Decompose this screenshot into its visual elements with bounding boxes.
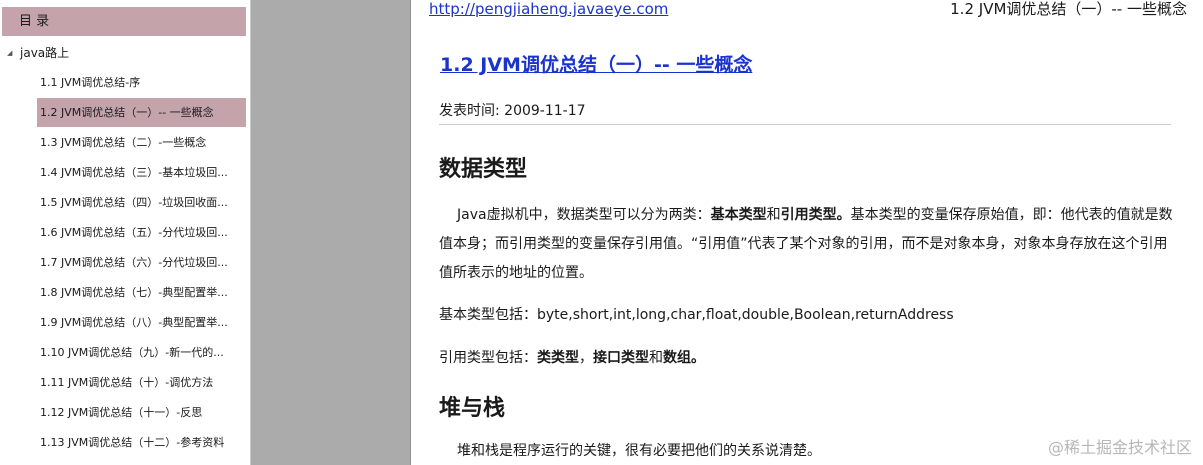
toc-item-label: 1.11 JVM调优总结（十）-调优方法 xyxy=(40,376,214,389)
toc-item[interactable]: 1.6 JVM调优总结（五）-分代垃圾回... xyxy=(0,218,250,248)
document-page: http://pengjiaheng.javaeye.com 1.2 JVM调优… xyxy=(410,0,1203,465)
toc-item-label: 1.4 JVM调优总结（三）-基本垃圾回... xyxy=(40,166,228,179)
toc-item-label: 1.5 JVM调优总结（四）-垃圾回收面... xyxy=(40,196,228,209)
toc-item[interactable]: 1.9 JVM调优总结（八）-典型配置举... xyxy=(0,308,250,338)
para-bold: 基本类型 xyxy=(710,207,767,223)
toc-item-label: 1.13 JVM调优总结（十二）-参考资料 xyxy=(40,436,225,449)
toc-root-node[interactable]: ◢ java路上 xyxy=(0,38,250,68)
para-bold: 引用类型。 xyxy=(780,207,851,223)
toc-item-label: 1.2 JVM调优总结（一）-- 一些概念 xyxy=(40,106,214,119)
section-heading-data-types: 数据类型 xyxy=(439,157,528,182)
basic-types-line: 基本类型包括：byte,short,int,long,char,float,do… xyxy=(439,307,954,323)
watermark: @稀土掘金技术社区 xyxy=(1047,438,1192,457)
ref-type-array: 数组。 xyxy=(663,350,705,366)
toc-item[interactable]: 1.10 JVM调优总结（九）-新一代的... xyxy=(0,338,250,368)
data-types-paragraph: Java虚拟机中，数据类型可以分为两类：基本类型和引用类型。基本类型的变量保存原… xyxy=(439,201,1173,288)
toc-item[interactable]: 1.12 JVM调优总结（十一）-反思 xyxy=(0,398,250,428)
ref-types-line: 引用类型包括：类类型，接口类型和数组。 xyxy=(439,347,705,367)
toc-item-label: 1.10 JVM调优总结（九）-新一代的... xyxy=(40,346,224,359)
toc-item-label: 1.9 JVM调优总结（八）-典型配置举... xyxy=(40,316,228,329)
ref-types-and: 和 xyxy=(649,350,663,366)
expand-caret-icon[interactable]: ◢ xyxy=(7,38,12,68)
para-text: 和 xyxy=(766,207,781,223)
ref-type-class: 类类型 xyxy=(537,350,579,366)
ref-types-sep: ， xyxy=(579,350,593,366)
toc-item[interactable]: 1.3 JVM调优总结（二）-一些概念 xyxy=(0,128,250,158)
toc-sidebar: 目 录 ◢ java路上 1.1 JVM调优总结-序 1.2 JVM调优总结（一… xyxy=(0,0,251,465)
toc-item-label: 1.3 JVM调优总结（二）-一些概念 xyxy=(40,136,207,149)
ref-types-prefix: 引用类型包括： xyxy=(439,350,537,366)
toc-item[interactable]: 1.11 JVM调优总结（十）-调优方法 xyxy=(0,368,250,398)
title-divider xyxy=(439,124,1171,125)
toc-item-label: 1.1 JVM调优总结-序 xyxy=(40,76,141,89)
page-header: http://pengjiaheng.javaeye.com 1.2 JVM调优… xyxy=(429,0,1187,21)
ref-type-interface: 接口类型 xyxy=(593,350,649,366)
section-heading-heap-stack: 堆与栈 xyxy=(439,396,506,421)
toc-header: 目 录 xyxy=(2,7,246,36)
publish-time: 发表时间: 2009-11-17 xyxy=(439,103,586,119)
toc-item-label: 1.7 JVM调优总结（六）-分代垃圾回... xyxy=(40,256,228,269)
toc-item[interactable]: 1.1 JVM调优总结-序 xyxy=(0,68,250,98)
toc-item[interactable]: 1.5 JVM调优总结（四）-垃圾回收面... xyxy=(0,188,250,218)
para-text: Java虚拟机中，数据类型可以分为两类： xyxy=(457,207,711,223)
toc-item-label: 1.8 JVM调优总结（七）-典型配置举... xyxy=(40,286,228,299)
toc-item-active[interactable]: 1.2 JVM调优总结（一）-- 一些概念 xyxy=(0,98,250,128)
heap-stack-paragraph: 堆和栈是程序运行的关键，很有必要把他们的关系说清楚。 xyxy=(457,443,821,459)
toc-item-label: 1.6 JVM调优总结（五）-分代垃圾回... xyxy=(40,226,228,239)
toc-item[interactable]: 1.7 JVM调优总结（六）-分代垃圾回... xyxy=(0,248,250,278)
toc-item-label: 1.12 JVM调优总结（十一）-反思 xyxy=(40,406,203,419)
document-title-link[interactable]: 1.2 JVM调优总结（一）-- 一些概念 xyxy=(440,50,752,77)
toc-list: 1.1 JVM调优总结-序 1.2 JVM调优总结（一）-- 一些概念 1.3 … xyxy=(0,68,250,458)
document-viewer: 目 录 ◢ java路上 1.1 JVM调优总结-序 1.2 JVM调优总结（一… xyxy=(0,0,1203,465)
running-title: 1.2 JVM调优总结（一）-- 一些概念 xyxy=(950,0,1187,18)
toc-root-label: java路上 xyxy=(20,46,70,60)
toc-item[interactable]: 1.4 JVM调优总结（三）-基本垃圾回... xyxy=(0,158,250,188)
toc-item[interactable]: 1.13 JVM调优总结（十二）-参考资料 xyxy=(0,428,250,458)
page-gutter xyxy=(251,0,409,465)
header-url-link[interactable]: http://pengjiaheng.javaeye.com xyxy=(429,0,668,21)
toc-item[interactable]: 1.8 JVM调优总结（七）-典型配置举... xyxy=(0,278,250,308)
